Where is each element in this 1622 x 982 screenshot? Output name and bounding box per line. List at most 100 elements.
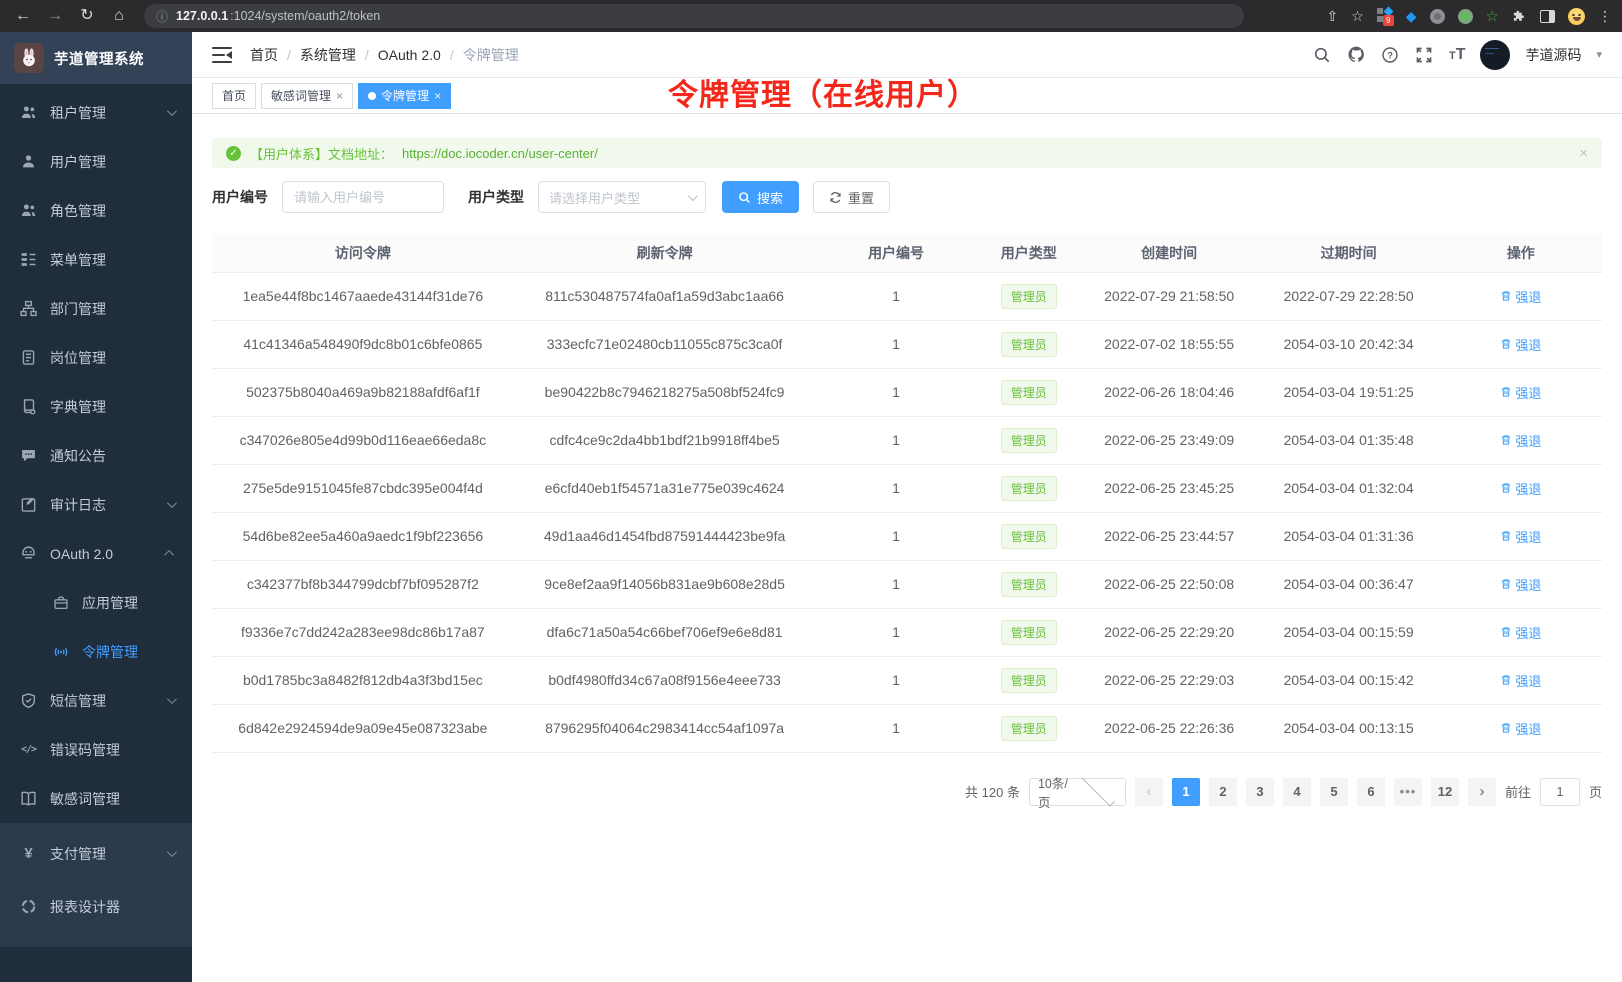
breadcrumb-system[interactable]: 系统管理 [300, 45, 356, 65]
force-logout-button[interactable]: 强退 [1500, 527, 1541, 546]
breadcrumb-home[interactable]: 首页 [250, 45, 278, 65]
sidebar-item-role[interactable]: 角色管理 [0, 186, 192, 235]
force-logout-button[interactable]: 强退 [1500, 479, 1541, 498]
user-dropdown-caret-icon[interactable]: ▾ [1596, 48, 1602, 61]
page-button-2[interactable]: 2 [1209, 778, 1237, 806]
menu-list-icon [20, 251, 37, 268]
page-button-6[interactable]: 6 [1357, 778, 1385, 806]
page-button-3[interactable]: 3 [1246, 778, 1274, 806]
browser-home-icon[interactable]: ⌂ [106, 3, 132, 29]
cell-refresh-token: dfa6c71a50a54c66bef706ef9e6e8d81 [514, 608, 816, 656]
force-logout-button[interactable]: 强退 [1500, 335, 1541, 354]
main-area: 令牌管理（在线用户） 首页 / 系统管理 / OAuth 2.0 / 令牌管理 … [192, 32, 1622, 982]
cell-created: 2022-06-25 23:45:25 [1081, 464, 1258, 512]
tab-token-management[interactable]: 令牌管理 × [358, 83, 451, 109]
alert-doc-link[interactable]: https://doc.iocoder.cn/user-center/ [402, 146, 598, 161]
green-extension-icon[interactable] [1458, 9, 1473, 24]
roles-icon [20, 202, 37, 219]
page-button-4[interactable]: 4 [1283, 778, 1311, 806]
table-row: 6d842e2924594de9a09e45e087323abe 8796295… [212, 704, 1602, 752]
force-logout-button[interactable]: 强退 [1500, 623, 1541, 642]
page-button-1[interactable]: 1 [1172, 778, 1200, 806]
sidebar-item-menu[interactable]: 菜单管理 [0, 235, 192, 284]
reset-button[interactable]: 重置 [813, 181, 890, 213]
chevron-down-icon [688, 191, 698, 201]
sidebar-item-label: OAuth 2.0 [50, 546, 167, 562]
page-button-12[interactable]: 12 [1431, 778, 1459, 806]
sidebar-item-post[interactable]: 岗位管理 [0, 333, 192, 382]
sidebar-item-oauth-app[interactable]: 应用管理 [0, 578, 192, 627]
cell-expires: 2054-03-04 00:15:59 [1258, 608, 1440, 656]
cell-expires: 2022-07-29 22:28:50 [1258, 272, 1440, 320]
user-avatar[interactable] [1480, 40, 1510, 70]
sidebar-item-notice[interactable]: 通知公告 [0, 431, 192, 480]
app-logo-row[interactable]: 芋道管理系统 [0, 32, 192, 84]
sidebar-item-dept[interactable]: 部门管理 [0, 284, 192, 333]
cell-refresh-token: 8796295f04064c2983414cc54af1097a [514, 704, 816, 752]
table-row: c347026e805e4d99b0d116eae66eda8c cdfc4ce… [212, 416, 1602, 464]
browser-back-icon[interactable]: ← [10, 3, 36, 29]
sidebar-item-report[interactable]: 报表设计器 [0, 880, 192, 933]
next-page-button[interactable]: › [1468, 778, 1496, 806]
github-icon[interactable] [1347, 45, 1366, 64]
sidebar-item-sms[interactable]: 短信管理 [0, 676, 192, 725]
search-icon[interactable] [1313, 45, 1332, 64]
tab-home[interactable]: 首页 [212, 83, 256, 109]
more-pages-button[interactable]: ••• [1394, 778, 1422, 806]
force-logout-button[interactable]: 强退 [1500, 383, 1541, 402]
col-expires: 过期时间 [1258, 234, 1440, 272]
page-button-5[interactable]: 5 [1320, 778, 1348, 806]
sidebar-item-dict[interactable]: 字典管理 [0, 382, 192, 431]
tab-close-icon[interactable]: × [336, 89, 343, 103]
sidebar-item-errcode[interactable]: </> 错误码管理 [0, 725, 192, 774]
sidebar-item-oauth[interactable]: OAuth 2.0 [0, 529, 192, 578]
force-logout-button[interactable]: 强退 [1500, 671, 1541, 690]
extension-badge-icon[interactable]: 9 [1377, 8, 1393, 24]
col-actions: 操作 [1440, 234, 1602, 272]
green-star-extension-icon[interactable]: ☆ [1486, 7, 1499, 25]
profile-avatar-icon[interactable] [1568, 8, 1585, 25]
user-type-select[interactable]: 请选择用户类型 [538, 181, 706, 213]
fullscreen-icon[interactable] [1415, 45, 1434, 64]
tab-sensitive-words[interactable]: 敏感词管理 × [261, 83, 353, 109]
address-bar[interactable]: ⓘ 127.0.0.1 :1024/system/oauth2/token [144, 4, 1244, 28]
cell-created: 2022-06-25 22:50:08 [1081, 560, 1258, 608]
sidebar-item-tenant[interactable]: 租户管理 [0, 88, 192, 137]
chevron-down-icon [167, 847, 177, 857]
share-icon[interactable]: ⇧ [1326, 8, 1338, 25]
search-button[interactable]: 搜索 [722, 181, 799, 213]
browser-forward-icon[interactable]: → [42, 3, 68, 29]
gray-extension-icon[interactable] [1430, 9, 1445, 24]
goto-page-input[interactable] [1540, 778, 1580, 806]
collapse-sidebar-icon[interactable] [212, 47, 232, 63]
user-name[interactable]: 芋道源码 [1525, 45, 1581, 65]
force-logout-button[interactable]: 强退 [1500, 287, 1541, 306]
font-size-icon[interactable]: TT [1449, 46, 1466, 64]
split-view-icon[interactable] [1540, 10, 1555, 23]
sidebar-item-oauth-token[interactable]: 令牌管理 [0, 627, 192, 676]
gem-extension-icon[interactable]: ◆ [1406, 8, 1417, 25]
site-info-icon[interactable]: ⓘ [156, 8, 168, 25]
help-icon[interactable]: ? [1381, 45, 1400, 64]
page-size-select[interactable]: 10条/页 [1029, 778, 1126, 806]
force-logout-button[interactable]: 强退 [1500, 719, 1541, 738]
tab-close-icon[interactable]: × [434, 89, 441, 103]
col-refresh-token: 刷新令牌 [514, 234, 816, 272]
puzzle-extensions-icon[interactable] [1512, 9, 1527, 24]
breadcrumb-oauth[interactable]: OAuth 2.0 [378, 47, 441, 63]
browser-menu-kebab-icon[interactable]: ⋮ [1598, 8, 1612, 25]
sidebar-item-user[interactable]: 用户管理 [0, 137, 192, 186]
force-logout-button[interactable]: 强退 [1500, 575, 1541, 594]
chevron-down-icon [167, 498, 177, 508]
alert-close-icon[interactable]: × [1579, 145, 1588, 162]
error-code-icon: </> [20, 741, 37, 758]
sidebar-item-sensitive[interactable]: 敏感词管理 [0, 774, 192, 823]
bookmark-star-icon[interactable]: ☆ [1351, 8, 1364, 25]
sidebar-item-audit[interactable]: 审计日志 [0, 480, 192, 529]
sidebar-item-pay[interactable]: ¥ 支付管理 [0, 827, 192, 880]
browser-reload-icon[interactable]: ↻ [74, 3, 100, 29]
force-logout-button[interactable]: 强退 [1500, 431, 1541, 450]
cell-user-id: 1 [815, 416, 976, 464]
user-id-input[interactable] [282, 181, 444, 213]
prev-page-button[interactable]: ‹ [1135, 778, 1163, 806]
